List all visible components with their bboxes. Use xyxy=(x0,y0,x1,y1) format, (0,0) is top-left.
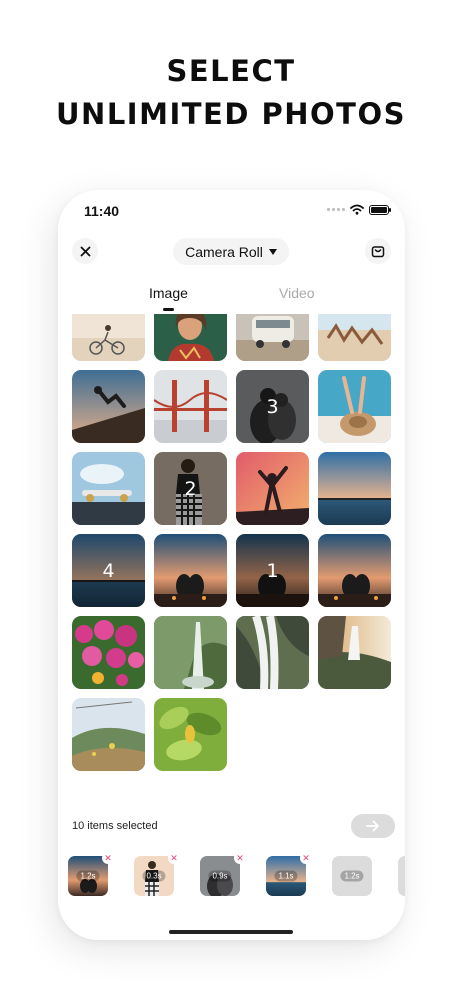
clip-duration: 1.2s xyxy=(76,870,100,882)
photo-image xyxy=(236,616,309,689)
photo-image xyxy=(72,370,145,443)
active-tab-indicator xyxy=(163,308,174,311)
remove-icon[interactable]: ✕ xyxy=(168,852,180,864)
tray-thumbnail[interactable]: 0.9s xyxy=(200,856,240,896)
photo-image xyxy=(318,534,391,607)
clip-duration: 0.3s xyxy=(142,870,166,882)
photo-tile-selected[interactable]: 3 xyxy=(236,370,309,443)
photo-tile[interactable] xyxy=(154,314,227,361)
selected-count: 10 items selected xyxy=(72,820,158,832)
wifi-icon xyxy=(350,204,364,215)
phone-frame: 11:40 Camera Roll Image Video 3 2 4 1 10… xyxy=(58,190,405,940)
tray-empty-slot[interactable] xyxy=(398,856,405,896)
photo-tile[interactable] xyxy=(154,534,227,607)
home-indicator xyxy=(169,930,293,934)
caret-down-icon xyxy=(268,248,277,255)
tray-thumbnail[interactable]: 1.1s xyxy=(266,856,306,896)
photo-image xyxy=(236,452,309,525)
photo-tile[interactable] xyxy=(318,452,391,525)
photo-tile[interactable] xyxy=(72,616,145,689)
album-selector[interactable]: Camera Roll xyxy=(173,238,289,265)
photo-tile[interactable] xyxy=(318,370,391,443)
next-button[interactable] xyxy=(351,814,395,838)
remove-icon[interactable]: ✕ xyxy=(300,852,312,864)
photo-tile[interactable] xyxy=(154,616,227,689)
remove-icon[interactable]: ✕ xyxy=(102,852,114,864)
photo-tile[interactable] xyxy=(72,452,145,525)
photo-image xyxy=(154,616,227,689)
photo-image xyxy=(236,314,309,361)
bag-icon xyxy=(371,246,385,258)
photo-tile[interactable] xyxy=(236,616,309,689)
photo-image xyxy=(72,616,145,689)
photo-image xyxy=(72,452,145,525)
clip-duration: 0.9s xyxy=(208,870,232,882)
photo-tile[interactable] xyxy=(72,698,145,771)
photo-image xyxy=(72,314,145,361)
photo-tile[interactable] xyxy=(72,314,145,361)
battery-icon xyxy=(369,204,391,215)
photo-tile-selected[interactable]: 1 xyxy=(236,534,309,607)
photo-image xyxy=(154,698,227,771)
arrow-right-icon xyxy=(366,820,379,832)
photo-image xyxy=(318,370,391,443)
photo-image xyxy=(318,452,391,525)
status-time: 11:40 xyxy=(84,203,120,219)
photo-tile[interactable] xyxy=(154,698,227,771)
photo-tile-selected[interactable]: 4 xyxy=(72,534,145,607)
selection-order: 4 xyxy=(102,559,115,582)
status-icons xyxy=(327,204,391,215)
photo-image xyxy=(318,314,391,361)
signal-icon xyxy=(327,208,345,211)
bag-button[interactable] xyxy=(365,238,391,264)
photo-tile[interactable] xyxy=(318,314,391,361)
headline-line-1: SELECT xyxy=(166,54,296,88)
clip-duration: 1.1s xyxy=(274,870,298,882)
close-icon xyxy=(80,246,90,256)
clip-duration: 1.2s xyxy=(340,870,364,882)
photo-tile[interactable] xyxy=(154,370,227,443)
photo-grid: 3 2 4 1 xyxy=(58,314,405,774)
selection-order: 2 xyxy=(184,477,197,500)
album-title: Camera Roll xyxy=(185,243,263,260)
photo-image xyxy=(154,534,227,607)
headline-line-2: UNLIMITED PHOTOS xyxy=(56,97,406,131)
close-button[interactable] xyxy=(72,238,98,264)
photo-tile-selected[interactable]: 2 xyxy=(154,452,227,525)
tab-image[interactable]: Image xyxy=(149,285,188,301)
photo-tile[interactable] xyxy=(236,314,309,361)
selected-tray: 1.2s ✕ 0.3s ✕ 0.9s ✕ 1.1s ✕ 1.2s xyxy=(58,852,405,898)
photo-image xyxy=(154,370,227,443)
tray-thumbnail[interactable]: 1.2s xyxy=(68,856,108,896)
photo-image xyxy=(72,698,145,771)
tab-video[interactable]: Video xyxy=(279,285,315,301)
photo-image xyxy=(318,616,391,689)
photo-image xyxy=(154,314,227,361)
selection-order: 1 xyxy=(266,559,279,582)
tray-empty-slot[interactable]: 1.2s xyxy=(332,856,372,896)
selection-order: 3 xyxy=(266,395,279,418)
photo-tile[interactable] xyxy=(318,616,391,689)
photo-tile[interactable] xyxy=(72,370,145,443)
tray-thumbnail[interactable]: 0.3s xyxy=(134,856,174,896)
remove-icon[interactable]: ✕ xyxy=(234,852,246,864)
photo-tile[interactable] xyxy=(318,534,391,607)
photo-tile[interactable] xyxy=(236,452,309,525)
